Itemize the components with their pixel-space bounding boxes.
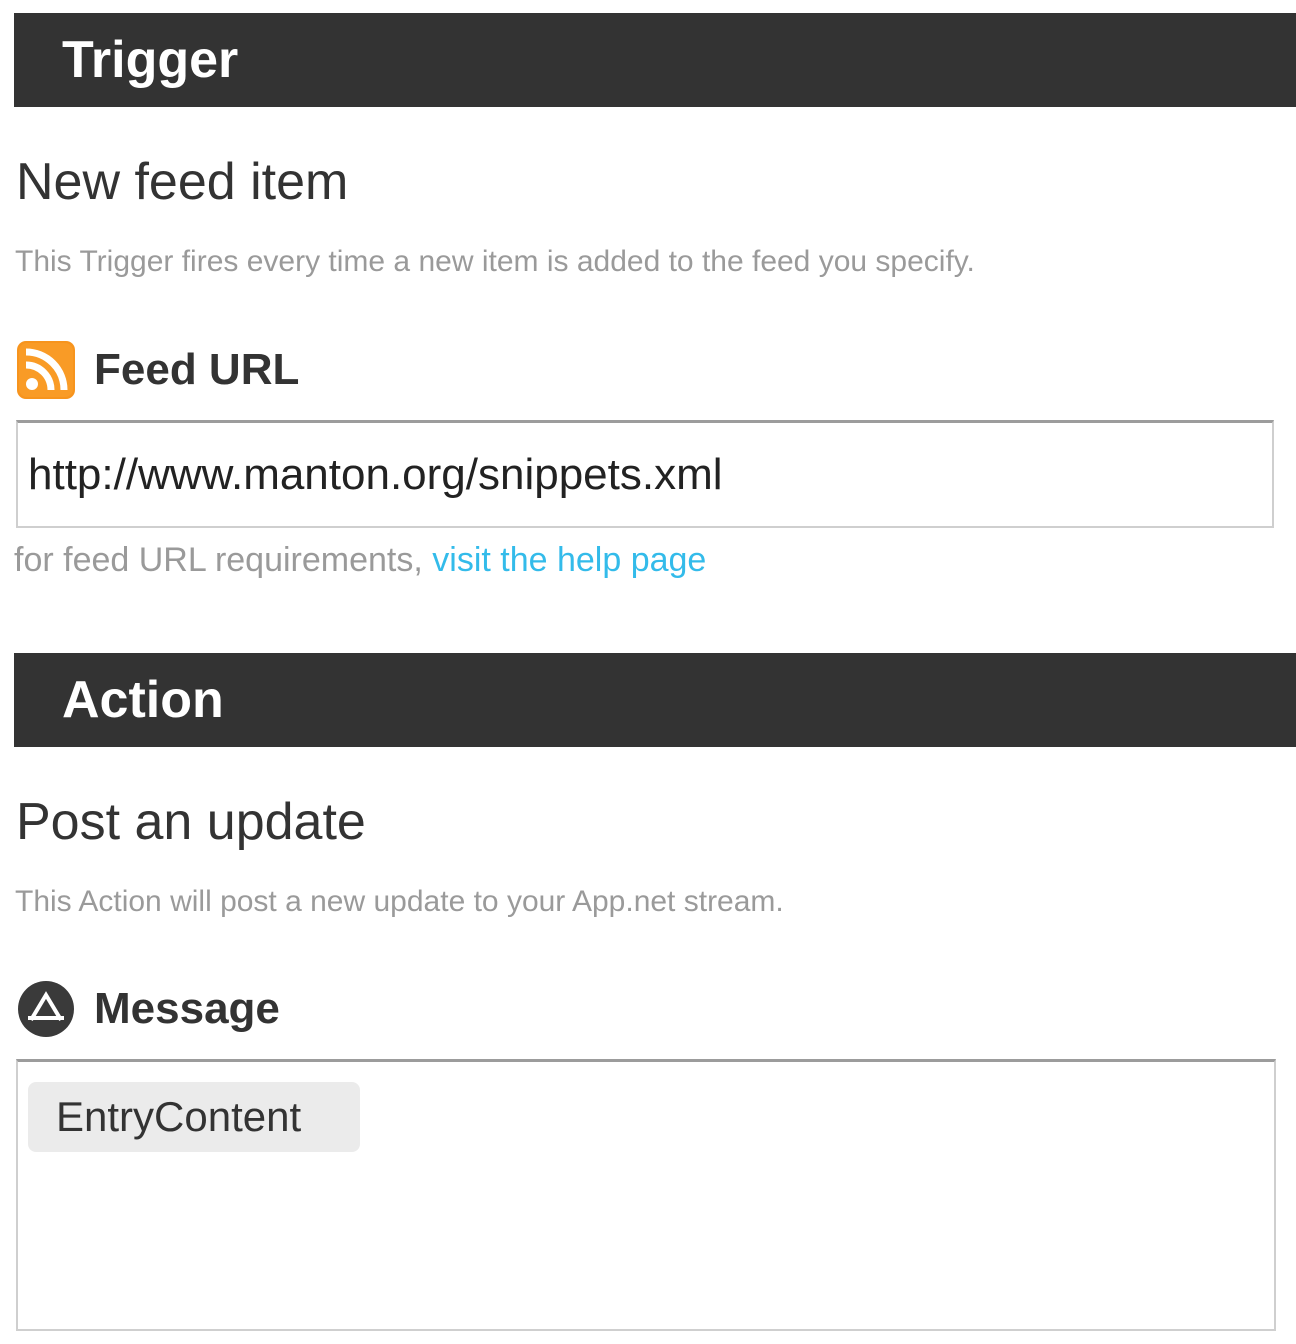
trigger-description: This Trigger fires every time a new item… <box>15 245 975 278</box>
help-page-link[interactable]: visit the help page <box>432 541 706 579</box>
action-section-header: Action <box>14 653 1296 747</box>
appnet-icon <box>17 980 75 1038</box>
feed-url-help-text: for feed URL requirements, visit the hel… <box>14 541 706 580</box>
trigger-section-header: Trigger <box>14 13 1296 107</box>
message-label-row: Message <box>17 979 280 1039</box>
rss-feed-icon <box>17 341 75 399</box>
message-label: Message <box>94 984 280 1033</box>
ingredient-pill[interactable]: EntryContent <box>28 1082 360 1152</box>
message-textarea[interactable]: EntryContent <box>16 1059 1276 1331</box>
action-description: This Action will post a new update to yo… <box>15 885 784 918</box>
feed-url-label-row: Feed URL <box>17 340 299 400</box>
feed-url-input[interactable] <box>16 420 1274 528</box>
action-name: Post an update <box>16 793 366 851</box>
help-text: for feed URL requirements, <box>14 541 433 579</box>
trigger-name: New feed item <box>16 153 349 211</box>
feed-url-label: Feed URL <box>94 345 300 394</box>
